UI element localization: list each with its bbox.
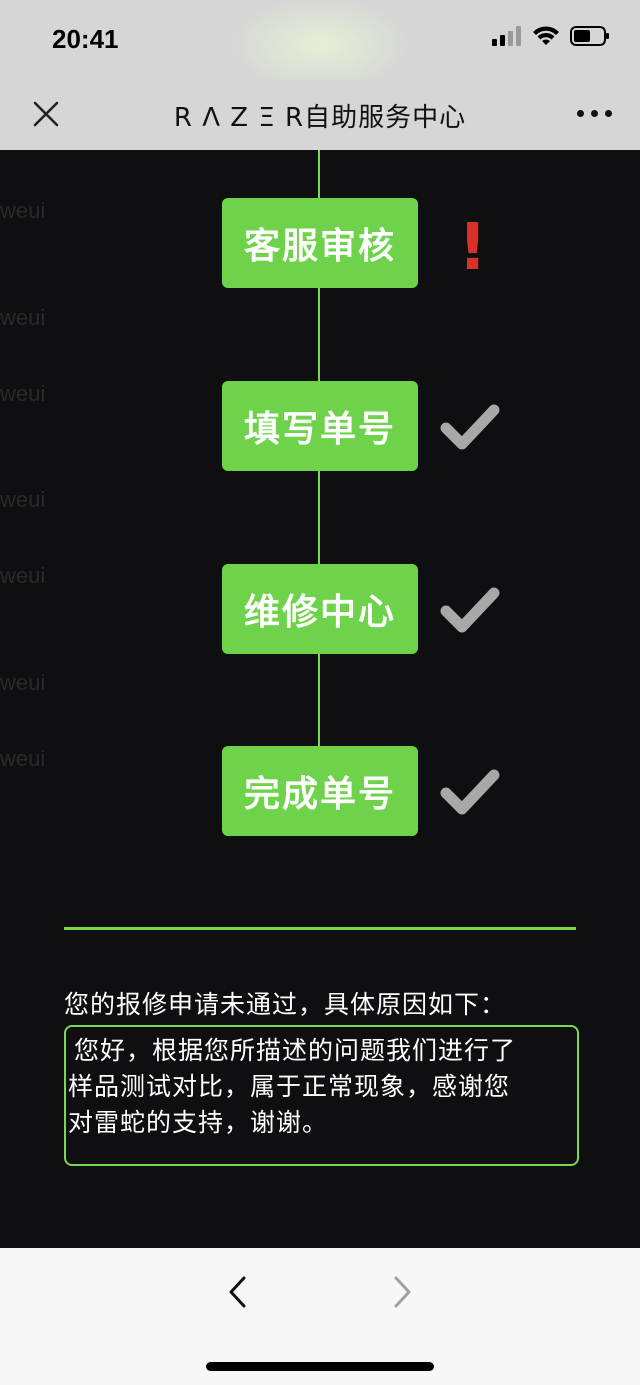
nav-bar: R Λ Z Ξ R自助服务中心 [0,80,640,150]
background-label: weui [0,198,46,223]
reason-line: 样品测试对比，属于正常现象，感谢您 [68,1072,511,1101]
reason-line: 您好，根据您所描述的问题我们进行了 [74,1036,517,1065]
reason-box: 您好，根据您所描述的问题我们进行了 样品测试对比，属于正常现象，感谢您 对雷蛇的… [64,1025,579,1166]
background-label: weui [0,305,46,330]
step-customer-review: 客服审核 [222,198,418,288]
status-icons [492,26,610,46]
step-complete-order: 完成单号 [222,746,418,836]
reason-intro: 您的报修申请未通过，具体原因如下： [64,990,507,1019]
background-label: weui [0,670,46,695]
background-label: weui [0,563,46,588]
background-label: weui [0,381,46,406]
background-label: weui [0,746,46,771]
more-dot [591,110,598,117]
divider [64,927,576,930]
background-label: weui [0,487,46,512]
check-icon [440,587,500,633]
forward-arrow-icon[interactable] [391,1274,415,1310]
more-dot [605,110,612,117]
progress-panel: weui weui weui weui weui weui weui 客服审核 … [0,150,640,1248]
step-fill-order-number: 填写单号 [222,381,418,471]
step-repair-center: 维修中心 [222,564,418,654]
bottom-toolbar [0,1248,640,1385]
back-arrow-icon[interactable] [225,1274,249,1310]
page-title: R Λ Z Ξ R自助服务中心 [173,103,467,133]
check-icon [440,404,500,450]
status-time: 20:41 [52,24,119,54]
signal-icon [492,26,521,46]
reason-line: 对雷蛇的支持，谢谢。 [68,1108,329,1137]
wifi-icon [533,26,559,45]
battery-icon [570,26,609,46]
more-dot [577,110,584,117]
home-indicator [206,1362,434,1371]
status-bar: 20:41 [0,0,640,80]
check-icon [440,769,500,815]
more-icon[interactable] [577,110,612,117]
error-mark: ! [458,211,488,285]
